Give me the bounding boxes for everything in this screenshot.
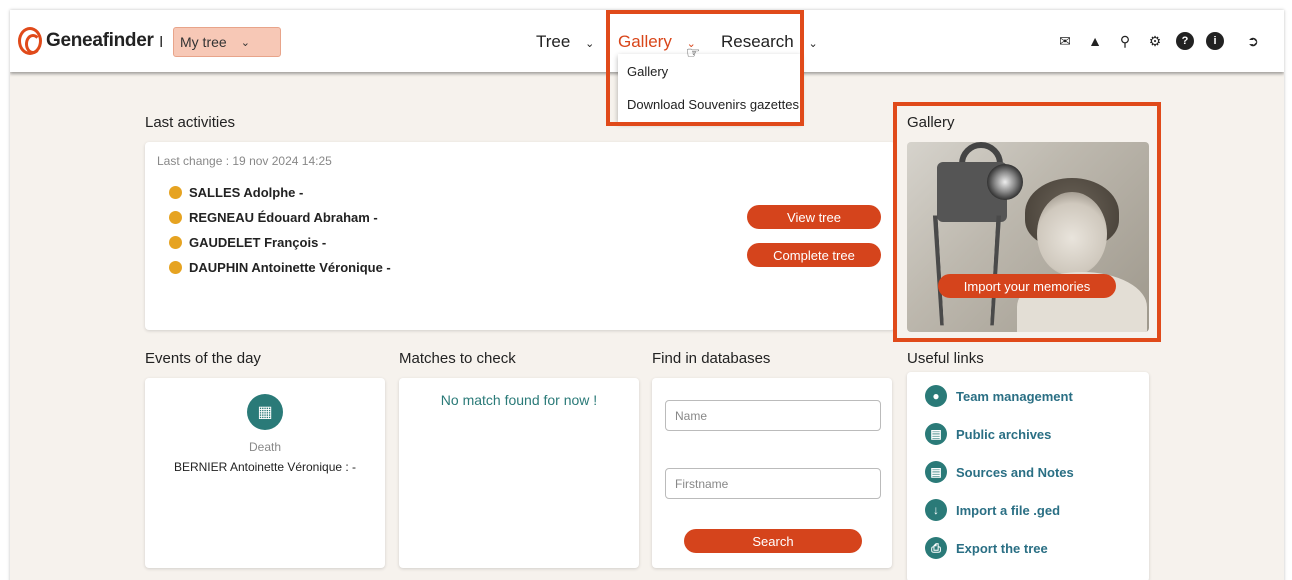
gallery-image[interactable] [907, 142, 1149, 332]
team-icon: ● [925, 385, 947, 407]
link-label: Export the tree [956, 540, 1048, 556]
logo-separator: I [159, 34, 164, 51]
find-card: Name Firstname Search [652, 378, 892, 568]
header-icons: ✉ ▲ ⚲ ⚙ ? i ➲ [1056, 32, 1262, 50]
print-icon: ⎙ [925, 537, 947, 559]
book-icon: ▤ [925, 423, 947, 445]
name-input[interactable]: Name [665, 400, 881, 431]
nav-research-label: Research [721, 32, 794, 51]
events-card: ▦ Death BERNIER Antoinette Véronique : - [145, 378, 385, 568]
nav-tree[interactable]: Tree ⌄ [536, 32, 594, 52]
useful-links-card: ● Team management ▤ Public archives ▤ So… [907, 372, 1149, 580]
person-name: DAUPHIN Antoinette Véronique - [189, 260, 391, 275]
event-person[interactable]: BERNIER Antoinette Véronique : - [145, 460, 385, 474]
import-memories-button[interactable]: Import your memories [938, 274, 1116, 298]
event-type: Death [248, 440, 282, 454]
logo[interactable]: Geneafinder [18, 27, 154, 55]
last-activities-title: Last activities [145, 114, 236, 131]
face-shape [1037, 192, 1107, 276]
link-public-archives[interactable]: ▤ Public archives [925, 423, 1051, 445]
logo-text: Geneafinder [46, 30, 154, 51]
download-icon: ↓ [925, 499, 947, 521]
link-import-ged[interactable]: ↓ Import a file .ged [925, 499, 1060, 521]
person-name: GAUDELET François - [189, 235, 327, 250]
list-item[interactable]: GAUDELET François - [169, 235, 326, 250]
person-name: SALLES Adolphe - [189, 185, 304, 200]
link-label: Public archives [956, 426, 1052, 442]
help-icon[interactable]: ? [1176, 32, 1194, 50]
last-activities-card: Last change : 19 nov 2024 14:25 SALLES A… [145, 142, 895, 330]
complete-tree-button[interactable]: Complete tree [747, 243, 881, 267]
gear-icon[interactable]: ⚙ [1146, 32, 1164, 50]
link-label: Sources and Notes [956, 464, 1074, 480]
file-icon: ▤ [925, 461, 947, 483]
view-tree-button[interactable]: View tree [747, 205, 881, 229]
info-icon[interactable]: i [1206, 32, 1224, 50]
chevron-down-icon: ⌄ [585, 38, 595, 50]
nav-tree-label: Tree [536, 32, 571, 51]
status-dot-icon [169, 211, 182, 224]
tree-select[interactable]: My tree ⌄ [173, 27, 281, 57]
mail-icon[interactable]: ✉ [1056, 32, 1074, 50]
last-change-text: Last change : 19 nov 2024 14:25 [157, 154, 332, 168]
useful-links-title: Useful links [907, 350, 984, 367]
logo-icon [18, 27, 42, 55]
camera-lens-shape [987, 164, 1023, 200]
logout-icon[interactable]: ➲ [1244, 32, 1262, 50]
nav-gallery-label: Gallery [618, 32, 672, 51]
tree-select-value: My tree [180, 34, 227, 50]
find-title: Find in databases [652, 350, 771, 367]
list-item[interactable]: SALLES Adolphe - [169, 185, 303, 200]
chevron-down-icon: ⌄ [240, 36, 250, 49]
chevron-down-icon: ⌄ [808, 38, 818, 50]
status-dot-icon [169, 236, 182, 249]
list-item[interactable]: DAUPHIN Antoinette Véronique - [169, 260, 391, 275]
link-sources-notes[interactable]: ▤ Sources and Notes [925, 461, 1074, 483]
dropdown-item-gallery[interactable]: Gallery [627, 64, 668, 79]
nav-research[interactable]: Research ⌄ [721, 32, 818, 52]
list-item[interactable]: REGNEAU Édouard Abraham - [169, 210, 378, 225]
tripod-shape [932, 215, 1002, 326]
dropdown-item-download-gazettes[interactable]: Download Souvenirs gazettes [627, 97, 799, 112]
gallery-dropdown-menu: Gallery Download Souvenirs gazettes [618, 54, 801, 122]
events-title: Events of the day [145, 350, 261, 367]
link-label: Import a file .ged [956, 502, 1061, 518]
hand-cursor-icon: ☞ [686, 45, 701, 62]
calendar-icon: ▦ [247, 394, 283, 430]
bell-icon[interactable]: ▲ [1086, 32, 1104, 50]
gallery-title: Gallery [907, 114, 955, 131]
link-export-tree[interactable]: ⎙ Export the tree [925, 537, 1048, 559]
nav-gallery[interactable]: Gallery ⌄ [618, 32, 696, 52]
search-button[interactable]: Search [684, 529, 862, 553]
no-match-text: No match found for now ! [440, 392, 598, 408]
link-team-management[interactable]: ● Team management [925, 385, 1073, 407]
link-label: Team management [956, 388, 1073, 404]
search-icon[interactable]: ⚲ [1116, 32, 1134, 50]
app-frame: Geneafinder I My tree ⌄ Tree ⌄ Gallery ⌄… [10, 10, 1284, 580]
person-name: REGNEAU Édouard Abraham - [189, 210, 378, 225]
matches-title: Matches to check [399, 350, 516, 367]
status-dot-icon [169, 186, 182, 199]
firstname-input[interactable]: Firstname [665, 468, 881, 499]
matches-card: No match found for now ! [399, 378, 639, 568]
status-dot-icon [169, 261, 182, 274]
